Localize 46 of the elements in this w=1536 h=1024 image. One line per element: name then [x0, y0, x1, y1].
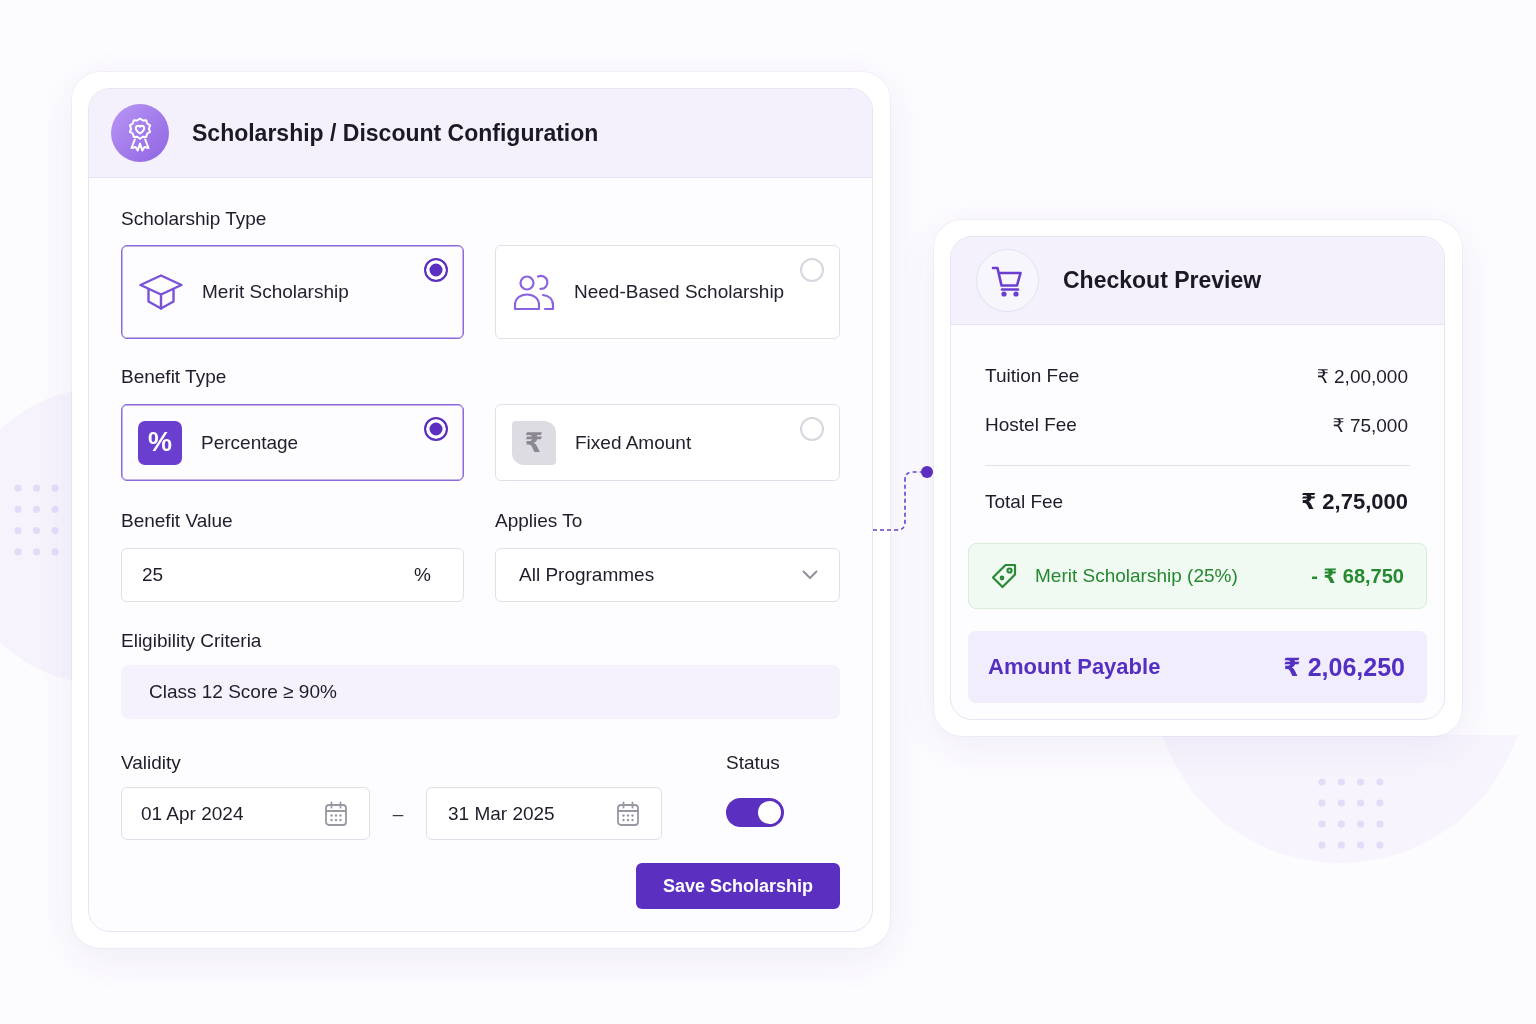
dot-pattern-drawing: [1318, 778, 1384, 849]
calendar-icon: [616, 800, 640, 827]
total-amount: ₹ 2,75,000: [1300, 489, 1408, 515]
fee-label: Tuition Fee: [985, 365, 1080, 387]
graduation-cap-icon: [138, 272, 184, 312]
field-label: Benefit Type: [121, 366, 227, 387]
benefit-option[interactable]: % Percentage: [121, 404, 464, 481]
save-button[interactable]: Save Scholarship: [636, 863, 840, 909]
award-icon: [111, 104, 169, 162]
payable-label: Amount Payable: [988, 654, 1161, 680]
field-label: Applies To: [495, 510, 583, 531]
people-icon: [512, 272, 556, 312]
tag-icon: [990, 562, 1018, 590]
rupee-note-icon: ₹: [512, 420, 556, 465]
benefit-option[interactable]: ₹ Fixed Amount: [495, 404, 840, 481]
radio-button[interactable]: [424, 258, 448, 282]
connector-line: [872, 466, 933, 531]
calendar-icon: [324, 800, 348, 827]
fee-amount: ₹ 2,00,000: [1316, 364, 1408, 388]
eligibility-field[interactable]: Class 12 Score ≥ 90%: [121, 665, 840, 719]
date-field[interactable]: 31 Mar 2025: [426, 787, 662, 840]
radio-button[interactable]: [424, 417, 448, 441]
payable-amount: ₹ 2,06,250: [1283, 652, 1405, 682]
card-title: Checkout Preview: [1063, 267, 1262, 294]
card-title: Scholarship / Discount Configuration: [192, 119, 599, 147]
discount-label: Merit Scholarship (25%): [1035, 565, 1238, 587]
field-label: Scholarship Type: [121, 208, 267, 229]
field-label: Benefit Value: [121, 510, 233, 531]
dot-pattern-drawing: [14, 484, 59, 556]
applies-to-dropdown[interactable]: All Programmes: [495, 548, 840, 602]
field-label: Status: [726, 752, 780, 773]
scholarship-option[interactable]: Need-Based Scholarship: [495, 245, 840, 339]
date-field[interactable]: 01 Apr 2024: [121, 787, 370, 840]
chevron-icon: [802, 570, 818, 580]
fee-label: Hostel Fee: [985, 414, 1077, 436]
fee-amount: ₹ 75,000: [1332, 413, 1408, 437]
field-label: Validity: [121, 752, 181, 773]
benefit-value-field[interactable]: 25 %: [121, 548, 464, 602]
discount-amount: - ₹ 68,750: [1311, 564, 1404, 588]
field-label: Eligibility Criteria: [121, 630, 262, 651]
status-toggle[interactable]: [726, 798, 784, 827]
scholarship-option[interactable]: Merit Scholarship: [121, 245, 464, 339]
date-range-separator: –: [392, 802, 404, 825]
percent-icon: %: [138, 420, 182, 465]
cart-icon: [976, 249, 1039, 312]
total-label: Total Fee: [985, 491, 1064, 513]
